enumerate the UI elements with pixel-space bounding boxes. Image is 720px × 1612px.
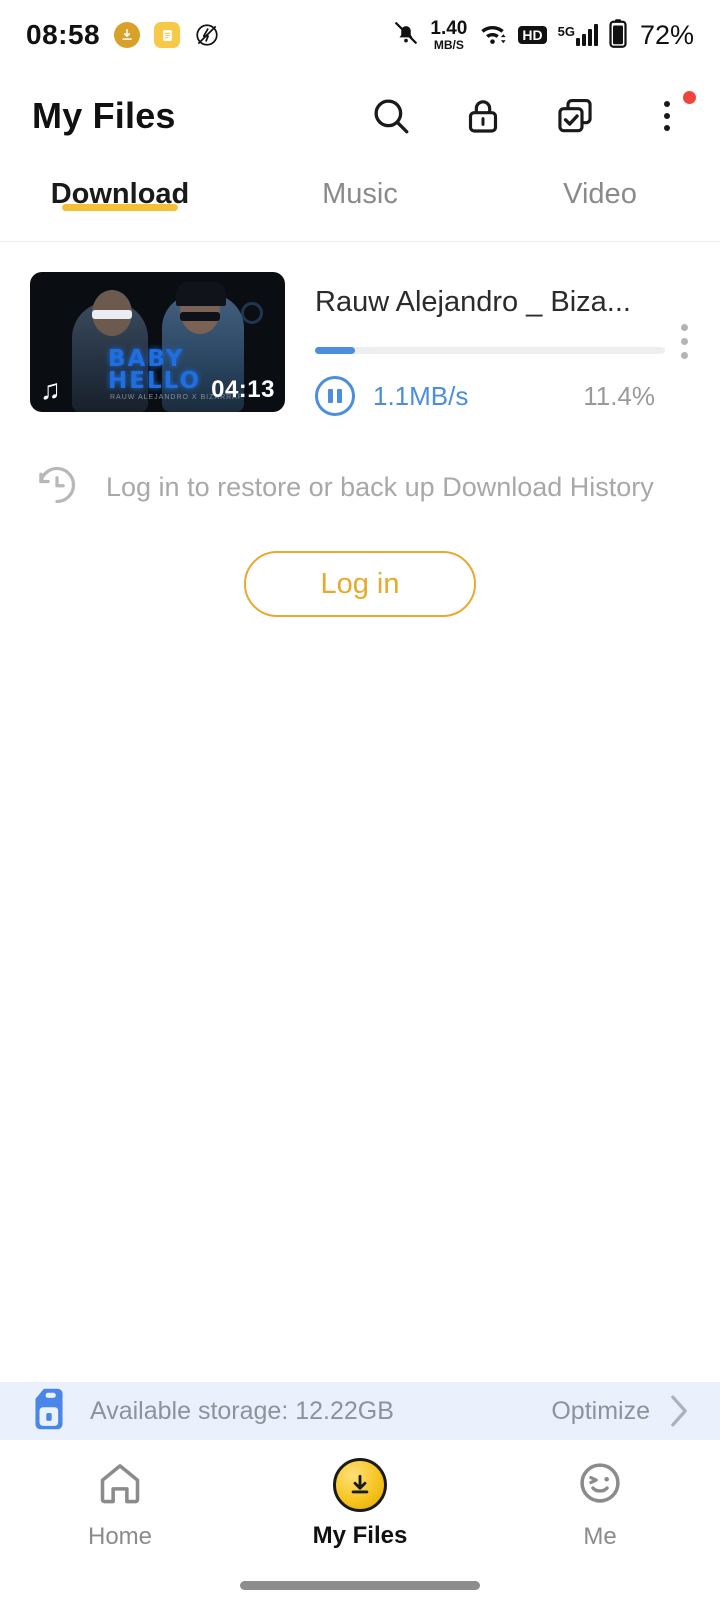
download-progress-fill xyxy=(315,347,355,354)
storage-bar[interactable]: Available storage: 12.22GB Optimize xyxy=(0,1382,720,1440)
video-duration: 04:13 xyxy=(211,376,275,403)
wifi-icon xyxy=(478,21,507,50)
home-icon xyxy=(95,1458,145,1513)
tab-music[interactable]: Music xyxy=(240,162,480,211)
download-details: Rauw Alejandro _ Biza... 1.1MB/s 11.4% xyxy=(285,272,673,416)
network-gen-label: 5G xyxy=(557,24,575,39)
login-button[interactable]: Log in xyxy=(244,551,476,617)
overflow-menu-icon[interactable] xyxy=(644,91,696,139)
sd-card-icon xyxy=(30,1387,68,1436)
download-item-menu-icon[interactable] xyxy=(673,272,692,359)
bell-muted-icon xyxy=(393,20,419,51)
page-title: My Files xyxy=(32,95,176,136)
no-signal-circle-icon xyxy=(194,22,220,48)
notification-dot-badge xyxy=(683,91,696,104)
thumbnail-title-line2: HELLO xyxy=(108,368,202,394)
smiley-face-icon xyxy=(575,1458,625,1513)
nav-item-home[interactable]: Home xyxy=(0,1458,240,1551)
header-actions xyxy=(368,91,696,139)
chevron-right-icon[interactable] xyxy=(666,1394,692,1428)
history-clock-icon xyxy=(34,462,80,513)
battery-icon xyxy=(609,18,627,53)
download-progress-bar xyxy=(315,347,665,354)
download-badge-icon xyxy=(114,22,141,48)
login-prompt-row: Log in to restore or back up Download Hi… xyxy=(0,416,720,513)
nav-item-me-label: Me xyxy=(583,1523,617,1550)
lock-icon[interactable] xyxy=(460,93,506,139)
nav-item-my-files-label: My Files xyxy=(312,1522,408,1549)
network-speed-value: 1.40 xyxy=(430,18,468,39)
kebab-dots xyxy=(664,101,670,131)
download-circle-icon xyxy=(333,1458,387,1512)
signal-bars xyxy=(575,24,598,46)
download-speed: 1.1MB/s xyxy=(373,380,469,411)
note-badge-icon xyxy=(154,22,181,48)
download-list-item[interactable]: BABY HELLO RAUW ALEJANDRO X BIZARRAP ♫ 0… xyxy=(0,242,720,416)
battery-percent: 72% xyxy=(639,19,694,50)
status-bar-left: 08:58 xyxy=(26,19,220,51)
nav-item-my-files[interactable]: My Files xyxy=(240,1458,480,1550)
login-button-wrap: Log in xyxy=(0,551,720,617)
thumbnail-sunglasses-left xyxy=(92,310,132,319)
tab-download[interactable]: Download xyxy=(0,162,240,211)
download-percent: 11.4% xyxy=(583,380,655,411)
nav-item-me[interactable]: Me xyxy=(480,1458,720,1551)
network-speed-unit: MB/S xyxy=(433,38,464,52)
tab-bar: Download Music Video xyxy=(0,162,720,242)
tab-video[interactable]: Video xyxy=(480,162,720,211)
status-time: 08:58 xyxy=(26,19,101,50)
nav-item-home-label: Home xyxy=(87,1523,153,1550)
music-note-icon: ♫ xyxy=(40,374,61,405)
pause-icon[interactable] xyxy=(315,376,355,416)
status-bar-right: 1.40 MB/S HD 5G 72% xyxy=(393,18,694,53)
cellular-signal-icon: 5G xyxy=(558,24,598,46)
app-screen: 08:58 1.40 MB/S HD 5G 72% My Files Downl… xyxy=(0,0,720,1612)
status-bar: 08:58 1.40 MB/S HD 5G 72% xyxy=(0,0,720,70)
tab-active-indicator xyxy=(62,204,178,211)
login-prompt-text: Log in to restore or back up Download Hi… xyxy=(106,472,654,502)
network-speed: 1.40 MB/S xyxy=(430,19,467,51)
video-thumbnail[interactable]: BABY HELLO RAUW ALEJANDRO X BIZARRAP ♫ 0… xyxy=(30,272,285,412)
download-title: Rauw Alejandro _ Biza... xyxy=(315,286,631,318)
bottom-navigation: Home My Files Me xyxy=(0,1440,720,1612)
thumbnail-cap xyxy=(176,282,226,306)
app-header: My Files xyxy=(0,70,720,162)
select-copy-icon[interactable] xyxy=(552,93,598,139)
thumbnail-glow xyxy=(241,302,263,324)
optimize-label[interactable]: Optimize xyxy=(551,1397,650,1426)
download-meta-row: 1.1MB/s 11.4% xyxy=(315,376,665,416)
thumbnail-sunglasses-right xyxy=(180,312,220,321)
storage-text: Available storage: 12.22GB xyxy=(90,1396,394,1425)
search-icon[interactable] xyxy=(368,93,414,139)
system-home-indicator[interactable] xyxy=(240,1581,480,1590)
hd-icon: HD xyxy=(518,26,547,44)
kebab-dots xyxy=(681,324,688,359)
